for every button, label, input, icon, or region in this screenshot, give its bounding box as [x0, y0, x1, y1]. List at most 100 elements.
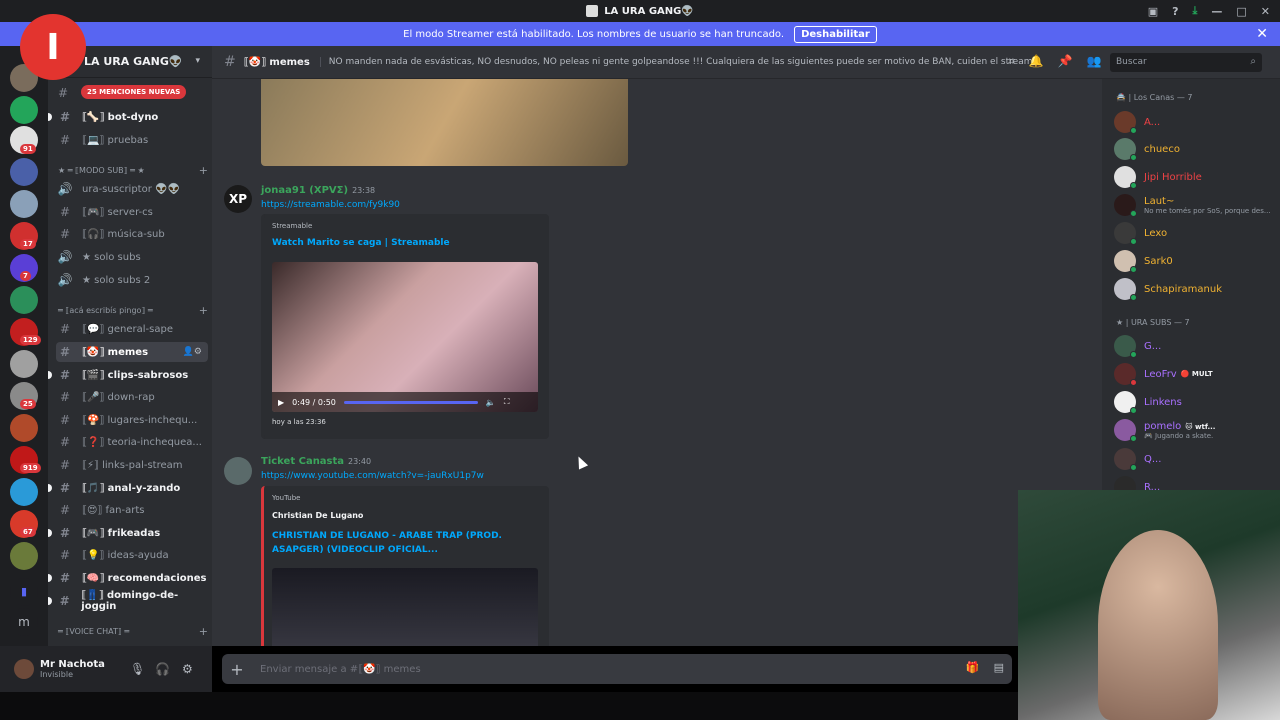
channel-pruebas[interactable]: # ⟦💻⟧ pruebas [56, 130, 208, 150]
server-icon[interactable] [10, 350, 38, 378]
member-name: Lexo [1144, 227, 1168, 239]
channel-memes[interactable]: # ⟦🤡⟧ memes 👤⚙ [56, 342, 208, 362]
server-icon[interactable]: m [10, 608, 38, 636]
channel-server-cs[interactable]: # ⟦🎮⟧ server-cs [56, 202, 208, 222]
hash-icon: # [59, 594, 70, 608]
channel-topic[interactable]: NO manden nada de esvásticas, NO desnudo… [319, 57, 1036, 67]
server-icon[interactable] [10, 478, 38, 506]
app-logo-icon [586, 5, 599, 17]
message-author[interactable]: Ticket Canasta 23:40 [261, 456, 371, 467]
embed-author[interactable]: Christian De Lugano [272, 511, 363, 520]
channel-bot-dyno[interactable]: # ⟦🦴⟧ bot-dyno [48, 107, 208, 127]
play-icon[interactable]: ▶ [278, 398, 284, 407]
message-input[interactable]: + Enviar mensaje a #⟦🤡⟧ memes 🎁 ▤ [222, 654, 1012, 684]
channel-label: ⟦❓⟧ teoria-inchequea... [82, 436, 202, 448]
close-window-button[interactable]: ✕ [1261, 5, 1270, 18]
message-author[interactable]: jonaa91 (XPVΣ) 23:38 [261, 185, 375, 196]
folder-icon[interactable]: ▮ [10, 578, 38, 606]
online-indicator [1130, 464, 1137, 471]
category-voice-chat[interactable]: ═ ⟦VOICE CHAT⟧ ═ + [58, 625, 208, 638]
member-item[interactable]: LeoFrv 🔴 MULT [1114, 363, 1213, 386]
avatar[interactable]: XP [224, 185, 252, 213]
volume-icon[interactable]: 🔈 [486, 398, 496, 407]
input-toolbar: 🎁 ▤ [966, 661, 1004, 674]
gear-icon[interactable]: ⚙ [182, 662, 193, 676]
channel-musica-sub[interactable]: # ⟦🎧⟧ música-sub [56, 224, 208, 244]
avatar [1114, 250, 1137, 273]
server-icon[interactable] [10, 414, 38, 442]
channel-frikeadas[interactable]: # ⟦🎮⟧ frikeadas [48, 523, 208, 543]
member-item[interactable]: Sark0 [1114, 250, 1173, 273]
image-attachment[interactable] [261, 79, 628, 166]
video-progress-bar[interactable] [343, 400, 478, 404]
channel-links-pal-stream[interactable]: # ⟦⚡⟧ links-pal-stream [56, 455, 208, 475]
server-icon[interactable] [10, 542, 38, 570]
settings-icon[interactable]: 👤⚙ [183, 347, 202, 357]
channel-solo-subs-2[interactable]: 🔊 ★ solo subs 2 [56, 270, 208, 290]
close-banner-icon[interactable]: ✕ [1256, 26, 1268, 42]
disable-streamer-button[interactable]: Deshabilitar [794, 25, 877, 43]
channel-ideas-ayuda[interactable]: # ⟦💡⟧ ideas-ayuda [56, 545, 208, 565]
bell-icon[interactable]: 🔔 [1029, 54, 1044, 69]
member-item[interactable]: Lexo [1114, 222, 1168, 245]
pin-icon[interactable]: 📌 [1058, 54, 1073, 69]
member-item[interactable]: G... [1114, 335, 1161, 358]
message-link[interactable]: https://www.youtube.com/watch?v=-jauRxU1… [261, 471, 484, 481]
server-icon[interactable] [10, 158, 38, 186]
member-item[interactable]: Laut~ No me tomés por SoS, porque des... [1114, 194, 1271, 217]
member-item[interactable]: Linkens [1114, 391, 1182, 414]
embed-title[interactable]: Watch Marito se caga | Streamable [272, 238, 450, 248]
download-icon[interactable]: ⤓ [1193, 4, 1198, 18]
channel-recomendaciones[interactable]: # ⟦🧠⟧ recomendaciones [48, 568, 208, 588]
new-mentions-pill[interactable]: 25 MENCIONES NUEVAS [81, 85, 187, 99]
channel-fan-arts[interactable]: # ⟦😍⟧ fan-arts [56, 500, 208, 520]
hash-icon: # [59, 435, 71, 449]
member-item[interactable]: A... [1114, 111, 1160, 134]
headphones-icon[interactable]: 🎧 [155, 662, 170, 676]
member-item[interactable]: Jipi Horrible [1114, 166, 1202, 189]
channel-domingo-de-joggin[interactable]: # ⟦👖⟧ domingo-de-joggin [48, 590, 208, 612]
add-channel-icon[interactable]: + [199, 164, 208, 177]
fullscreen-icon[interactable]: ⛶ [504, 397, 510, 407]
member-item[interactable]: pomelo 🐱 wtf... 🎮 Jugando a skate. [1114, 419, 1215, 442]
avatar[interactable] [14, 659, 34, 679]
server-icon[interactable] [10, 286, 38, 314]
channel-label: ⟦🎤⟧ down-rap [82, 391, 155, 403]
minimize-button[interactable]: — [1211, 5, 1222, 18]
video-player[interactable]: ▶ 0:49 / 0:50 🔈 ⛶ [272, 262, 538, 412]
channel-anal-y-zando[interactable]: # ⟦🎵⟧ anal-y-zando [48, 478, 208, 498]
member-item[interactable]: Q... [1114, 448, 1161, 471]
channel-ura-suscriptor[interactable]: 🔊 ura-suscriptor 👽👽 [56, 179, 208, 199]
add-channel-icon[interactable]: + [199, 625, 208, 638]
members-icon[interactable]: 👥 [1087, 54, 1102, 69]
message-link[interactable]: https://streamable.com/fy9k90 [261, 200, 400, 210]
add-channel-icon[interactable]: + [199, 304, 208, 317]
gift-icon[interactable]: 🎁 [966, 661, 980, 674]
avatar[interactable] [224, 457, 252, 485]
mention-badge: 17 [20, 239, 36, 249]
server-icon[interactable] [10, 190, 38, 218]
member-item[interactable]: chueco [1114, 138, 1180, 161]
channel-general-sape[interactable]: # ⟦💬⟧ general-sape [56, 319, 208, 339]
channel-clips-sabrosos[interactable]: # ⟦🎬⟧ clips-sabrosos [48, 365, 208, 385]
help-icon[interactable]: ? [1172, 5, 1178, 18]
inbox-icon[interactable]: ▣ [1148, 5, 1158, 18]
channel-lugares[interactable]: # ⟦🍄⟧ lugares-inchequ... [56, 410, 208, 430]
microphone-icon[interactable]: 🎙 [130, 662, 145, 676]
channel-label: ⟦💬⟧ general-sape [82, 323, 173, 335]
maximize-button[interactable]: □ [1236, 5, 1246, 18]
search-input[interactable]: Buscar ⌕ [1110, 53, 1262, 72]
embed-title[interactable]: CHRISTIAN DE LUGANO - ARABE TRAP (PROD. … [272, 529, 512, 557]
add-attachment-icon[interactable]: + [222, 660, 252, 679]
threads-icon[interactable]: ⌗ [1008, 54, 1015, 69]
video-thumbnail[interactable] [272, 568, 538, 646]
category-modo-sub[interactable]: ★ ═ ⟦MODO SUB⟧ ═ ★ + [58, 164, 208, 177]
gif-icon[interactable]: ▤ [994, 661, 1004, 674]
member-item[interactable]: Schapiramanuk [1114, 278, 1222, 301]
channel-solo-subs[interactable]: 🔊 ★ solo subs [56, 247, 208, 267]
category-aca-escribis[interactable]: ═ ⟦acá escribís pingo⟧ ═ + [58, 304, 208, 317]
server-icon[interactable] [10, 96, 38, 124]
channel-down-rap[interactable]: # ⟦🎤⟧ down-rap [56, 387, 208, 407]
channel-label: ⟦🧠⟧ recomendaciones [82, 572, 207, 584]
channel-teoria[interactable]: # ⟦❓⟧ teoria-inchequea... [56, 432, 208, 452]
